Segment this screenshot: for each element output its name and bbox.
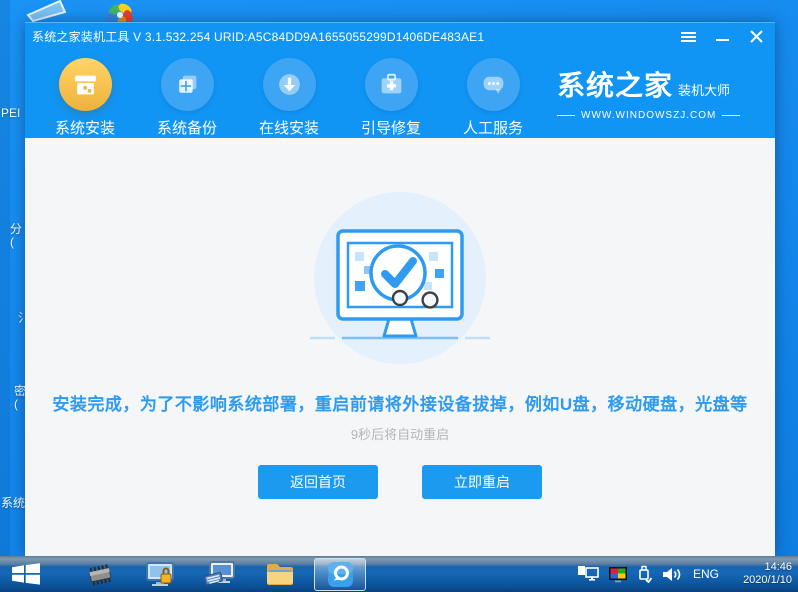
nav-item-system-backup[interactable]: 系统备份 xyxy=(147,50,227,138)
back-home-button[interactable]: 返回首页 xyxy=(258,465,378,499)
brand-suffix: 装机大师 xyxy=(678,83,731,98)
desktop: PEI 分 ( 氵 密 ( 系统 系统之家装机工具 V 3.1.532.254 … xyxy=(0,0,798,592)
desktop-label-fragment: ( xyxy=(14,397,18,411)
volume-tray-icon[interactable] xyxy=(662,566,682,583)
language-indicator[interactable]: ENG xyxy=(693,567,719,581)
completion-message: 安装完成，为了不影响系统部署，重启前请将外接设备拔掉，例如U盘，移动硬盘，光盘等 xyxy=(52,395,748,414)
nav-label: 引导修复 xyxy=(360,120,421,137)
clock[interactable]: 14:46 2020/1/10 xyxy=(734,561,792,587)
system-tray: ENG 14:46 2020/1/10 xyxy=(577,556,792,592)
taskbar-item-chip-tool[interactable] xyxy=(80,556,120,592)
brand-logo: 系统之家 装机大师 WWW.WINDOWSZJ.COM xyxy=(557,64,757,121)
restart-now-button[interactable]: 立即重启 xyxy=(422,465,542,499)
start-button[interactable] xyxy=(0,556,52,592)
title-bar[interactable]: 系统之家装机工具 V 3.1.532.254 URID:A5C84DD9A165… xyxy=(25,23,775,50)
nav-label: 系统安装 xyxy=(54,120,115,137)
repair-kit-icon xyxy=(364,58,418,111)
nav-label: 系统备份 xyxy=(156,120,217,137)
usb-eject-tray-icon[interactable] xyxy=(637,565,653,583)
nav-label: 在线安装 xyxy=(258,120,319,137)
nav-bar: 系统安装 系统备份 在线安装 引导修复 人工服务 系统之家 装机大师 WWW.W… xyxy=(25,50,775,138)
nav-item-boot-repair[interactable]: 引导修复 xyxy=(351,50,431,138)
desktop-label-fragment: PEI xyxy=(1,106,21,120)
taskbar: ENG 14:46 2020/1/10 xyxy=(0,556,798,592)
taskbar-item-locked-display[interactable] xyxy=(140,556,180,592)
taskbar-item-computer-settings[interactable] xyxy=(200,556,240,592)
close-icon[interactable] xyxy=(747,28,765,46)
clock-date: 2020/1/10 xyxy=(743,574,792,586)
menu-icon[interactable] xyxy=(679,28,697,46)
main-content: 安装完成，为了不影响系统部署，重启前请将外接设备拔掉，例如U盘，移动硬盘，光盘等… xyxy=(25,138,775,557)
brand-site-url: WWW.WINDOWSZJ.COM xyxy=(581,110,717,121)
minimize-icon[interactable] xyxy=(713,28,731,46)
nav-item-human-service[interactable]: 人工服务 xyxy=(453,50,533,138)
restart-countdown: 9秒后将自动重启 xyxy=(350,427,450,442)
nav-item-system-install[interactable]: 系统安装 xyxy=(45,50,125,138)
network-tray-icon[interactable] xyxy=(577,565,599,583)
windows-logo-icon xyxy=(12,563,40,585)
nav-item-online-install[interactable]: 在线安装 xyxy=(249,50,329,138)
install-complete-illustration xyxy=(310,192,490,364)
taskbar-item-installer-active[interactable] xyxy=(314,558,366,591)
backup-icon xyxy=(160,58,214,111)
window-title: 系统之家装机工具 V 3.1.532.254 URID:A5C84DD9A165… xyxy=(32,30,485,44)
display-color-tray-icon[interactable] xyxy=(608,566,628,583)
clock-time: 14:46 xyxy=(764,561,792,573)
display-desktop-icon[interactable] xyxy=(26,0,68,22)
download-icon xyxy=(262,58,316,111)
desktop-label-fragment: ( xyxy=(10,235,14,249)
taskbar-item-file-explorer[interactable] xyxy=(260,556,300,592)
install-icon xyxy=(58,58,112,111)
desktop-label-fragment: 系统 xyxy=(1,496,26,510)
brand-name: 系统之家 xyxy=(557,70,674,101)
nav-label: 人工服务 xyxy=(462,120,523,137)
chat-icon xyxy=(466,58,520,111)
installer-window: 系统之家装机工具 V 3.1.532.254 URID:A5C84DD9A165… xyxy=(25,22,775,556)
